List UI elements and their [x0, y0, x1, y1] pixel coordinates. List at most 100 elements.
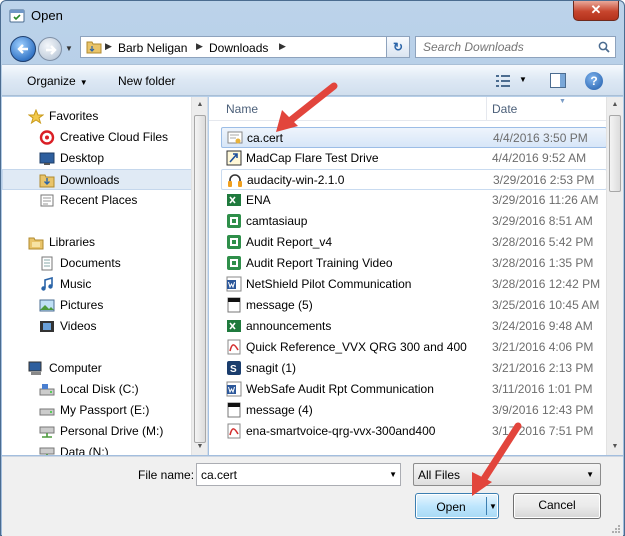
file-date: 4/4/2016 9:52 AM — [492, 151, 587, 165]
cancel-button[interactable]: Cancel — [513, 493, 601, 519]
dialog-footer: File name: ▼ All Files ▼ Open ▼ Cancel — [2, 456, 623, 536]
file-name: camtasiaup — [246, 214, 308, 228]
nav-personal-drive[interactable]: Personal Drive (M:) — [2, 421, 192, 442]
view-options-icon[interactable] — [495, 74, 511, 88]
file-row[interactable]: ca.cert 4/4/2016 3:50 PM — [221, 127, 607, 148]
breadcrumb-separator-icon[interactable]: ▶ — [196, 41, 203, 52]
resize-grip-icon[interactable] — [611, 524, 621, 534]
scroll-down-icon[interactable]: ▼ — [192, 439, 207, 455]
mail-file-icon — [227, 297, 241, 313]
chevron-down-icon[interactable]: ▼ — [389, 470, 397, 479]
file-row[interactable]: Audit Report_v4 3/28/2016 5:42 PM — [221, 232, 607, 253]
address-bar[interactable]: ▶ Barb Neligan ▶ Downloads ▶ ▼ — [80, 36, 410, 58]
file-date: 3/29/2016 8:51 AM — [492, 214, 593, 228]
file-row[interactable]: ena-smartvoice-qrg-vvx-300and400 3/17/201… — [221, 421, 607, 442]
creative-cloud-icon — [39, 130, 55, 145]
file-row[interactable]: NetShield Pilot Communication 3/28/2016 1… — [221, 274, 607, 295]
file-row[interactable]: message (4) 3/9/2016 12:43 PM — [221, 400, 607, 421]
nav-scroll-thumb[interactable] — [194, 115, 206, 443]
file-name: MadCap Flare Test Drive — [246, 151, 379, 165]
file-row[interactable]: camtasiaup 3/29/2016 8:51 AM — [221, 211, 607, 232]
file-list-scrollbar[interactable]: ▲ ▼ — [606, 97, 623, 455]
file-row[interactable]: WebSafe Audit Rpt Communication 3/11/2016… — [221, 379, 607, 400]
file-name-input[interactable] — [197, 464, 377, 485]
nav-computer[interactable]: Computer — [2, 358, 192, 379]
file-name: Audit Report_v4 — [246, 235, 333, 249]
refresh-icon: ↻ — [392, 40, 404, 54]
documents-icon — [41, 256, 53, 271]
command-bar: Organize ▼ New folder ▼ ? — [2, 64, 623, 96]
open-button[interactable]: Open ▼ — [415, 493, 499, 519]
organize-button[interactable]: Organize ▼ — [27, 74, 88, 88]
nav-libraries[interactable]: Libraries — [2, 232, 192, 253]
title-bar[interactable]: Open ✕ — [1, 1, 624, 31]
nav-label: Computer — [49, 361, 102, 375]
file-name-combobox[interactable]: ▼ — [196, 463, 401, 486]
nav-label: Creative Cloud Files — [60, 130, 169, 144]
music-icon — [41, 277, 53, 291]
nav-local-disk[interactable]: Local Disk (C:) — [2, 379, 192, 400]
scroll-up-icon[interactable]: ▲ — [607, 97, 623, 113]
search-input[interactable] — [416, 37, 594, 57]
column-header-date[interactable]: Date — [488, 97, 606, 121]
nav-recent-places[interactable]: Recent Places — [2, 190, 192, 211]
nav-pictures[interactable]: Pictures — [2, 295, 192, 316]
scroll-down-icon[interactable]: ▼ — [607, 439, 623, 455]
breadcrumb-separator-icon[interactable]: ▶ — [105, 41, 112, 52]
nav-data-drive[interactable]: Data (N:) — [2, 442, 192, 455]
file-date: 3/28/2016 1:35 PM — [492, 256, 594, 270]
back-button[interactable] — [10, 36, 36, 62]
nav-scrollbar[interactable]: ▲ ▼ — [191, 97, 207, 455]
navigation-pane: Favorites Creative Cloud Files Desktop D… — [2, 97, 208, 455]
network-drive-icon — [39, 447, 55, 455]
nav-videos[interactable]: Videos — [2, 316, 192, 337]
file-row[interactable]: message (5) 3/25/2016 10:45 AM — [221, 295, 607, 316]
close-button[interactable]: ✕ — [573, 1, 619, 21]
forward-button[interactable] — [38, 37, 62, 61]
breadcrumb-separator-icon[interactable]: ▶ — [279, 41, 286, 52]
file-row[interactable]: Ssnagit (1) 3/21/2016 2:13 PM — [221, 358, 607, 379]
nav-label: Documents — [60, 256, 121, 270]
nav-label: Downloads — [60, 173, 120, 187]
close-icon: ✕ — [590, 2, 602, 17]
shortcut-icon — [226, 150, 242, 166]
breadcrumb-downloads[interactable]: Downloads — [209, 41, 268, 55]
nav-my-passport[interactable]: My Passport (E:) — [2, 400, 192, 421]
scroll-up-icon[interactable]: ▲ — [192, 97, 207, 113]
refresh-button[interactable]: ↻ — [386, 36, 410, 58]
file-name: WebSafe Audit Rpt Communication — [246, 382, 434, 396]
file-row[interactable]: Quick Reference_VVX QRG 300 and 400 3/21/… — [221, 337, 607, 358]
file-row[interactable]: ENA 3/29/2016 11:26 AM — [221, 190, 607, 211]
word-icon — [226, 381, 242, 397]
pictures-icon — [39, 299, 55, 312]
split-divider — [486, 497, 487, 515]
open-options-chevron-icon[interactable]: ▼ — [489, 502, 497, 511]
nav-label: Recent Places — [60, 193, 138, 207]
nav-downloads[interactable]: Downloads — [2, 169, 192, 190]
nav-label: Pictures — [60, 298, 104, 312]
file-row[interactable]: announcements 3/24/2016 9:48 AM — [221, 316, 607, 337]
camtasia-icon — [227, 214, 241, 228]
nav-creative-cloud[interactable]: Creative Cloud Files — [2, 127, 192, 148]
nav-documents[interactable]: Documents — [2, 253, 192, 274]
recent-pages-chevron-icon[interactable]: ▼ — [65, 44, 73, 53]
new-folder-button[interactable]: New folder — [118, 74, 175, 88]
breadcrumb-user[interactable]: Barb Neligan — [118, 41, 187, 55]
file-date: 3/21/2016 2:13 PM — [492, 361, 594, 375]
nav-favorites[interactable]: Favorites — [2, 106, 192, 127]
view-chevron-down-icon[interactable]: ▼ — [519, 75, 527, 84]
search-icon[interactable] — [598, 41, 610, 53]
file-row[interactable]: Audit Report Training Video 3/28/2016 1:3… — [221, 253, 607, 274]
help-icon[interactable]: ? — [585, 72, 603, 90]
file-scroll-thumb[interactable] — [609, 115, 621, 192]
nav-desktop[interactable]: Desktop — [2, 148, 192, 169]
nav-music[interactable]: Music — [2, 274, 192, 295]
file-name: ca.cert — [247, 131, 284, 145]
file-row[interactable]: audacity-win-2.1.0 3/29/2016 2:53 PM — [221, 169, 607, 190]
column-header-name[interactable]: Name — [209, 97, 487, 121]
search-box[interactable] — [415, 36, 616, 58]
preview-pane-icon[interactable] — [550, 73, 566, 88]
file-type-select[interactable]: All Files ▼ — [413, 463, 601, 486]
file-row[interactable]: MadCap Flare Test Drive 4/4/2016 9:52 AM — [221, 148, 607, 169]
pdf-icon — [227, 423, 241, 439]
